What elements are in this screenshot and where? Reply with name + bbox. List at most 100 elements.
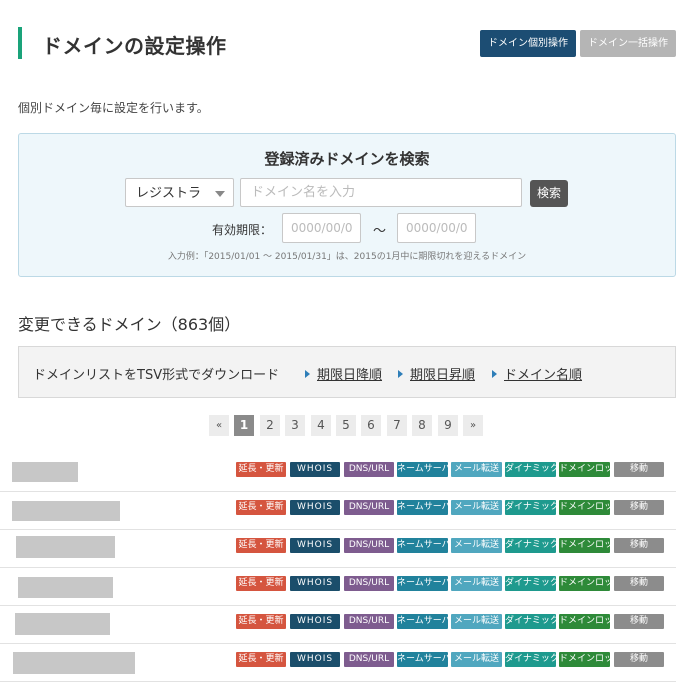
domain-name-redacted[interactable]	[13, 652, 135, 674]
domain-lock-button[interactable]: ドメインロック	[559, 652, 622, 667]
domain-lock-button[interactable]: ドメインロック	[559, 462, 622, 477]
page-title: ドメインの設定操作	[42, 34, 227, 58]
mail-forward-button[interactable]: メール転送	[451, 538, 502, 553]
expiry-to-input[interactable]	[397, 213, 476, 243]
nameserver-button[interactable]: ネームサーバー	[397, 614, 460, 629]
download-sort-bar: ドメインリストをTSV形式でダウンロード 期限日降順 期限日昇順 ドメイン名順	[18, 346, 676, 398]
mail-forward-button[interactable]: メール転送	[451, 500, 502, 515]
individual-operation-button[interactable]: ドメイン個別操作	[480, 30, 576, 57]
renew-button[interactable]: 延長・更新	[236, 500, 286, 515]
domain-name-redacted[interactable]	[16, 536, 115, 558]
expiry-label: 有効期限：	[212, 223, 273, 237]
renew-button[interactable]: 延長・更新	[236, 652, 286, 667]
sort-link-label: ドメイン名順	[504, 368, 583, 383]
table-row: 延長・更新 WHOIS DNS/URL ネームサーバー メール転送 ダイナミック…	[0, 491, 676, 530]
nameserver-button[interactable]: ネームサーバー	[397, 576, 460, 591]
pagination-page-5[interactable]: 5	[336, 415, 356, 436]
pagination-next[interactable]: »	[463, 415, 483, 436]
sort-expiry-asc-link[interactable]: 期限日昇順	[398, 364, 475, 383]
page-description: 個別ドメイン毎に設定を行います。	[18, 101, 209, 115]
move-button[interactable]: 移動	[614, 500, 664, 515]
dynamic-dns-button[interactable]: ダイナミック	[505, 462, 559, 477]
dns-url-button[interactable]: DNS/URL	[344, 576, 394, 591]
triangle-right-icon	[305, 370, 310, 378]
table-row: 延長・更新 WHOIS DNS/URL ネームサーバー メール転送 ダイナミック…	[0, 453, 676, 492]
move-button[interactable]: 移動	[614, 614, 664, 629]
table-row: 延長・更新 WHOIS DNS/URL ネームサーバー メール転送 ダイナミック…	[0, 529, 676, 568]
pagination-page-3[interactable]: 3	[285, 415, 305, 436]
dynamic-dns-button[interactable]: ダイナミック	[505, 576, 559, 591]
tsv-download-link[interactable]: ドメインリストをTSV形式でダウンロード	[33, 364, 279, 383]
dns-url-button[interactable]: DNS/URL	[344, 614, 394, 629]
dynamic-dns-button[interactable]: ダイナミック	[505, 538, 559, 553]
pagination-page-9[interactable]: 9	[438, 415, 458, 436]
mail-forward-button[interactable]: メール転送	[451, 652, 502, 667]
domain-list-title: 変更できるドメイン（863個）	[18, 315, 241, 334]
nameserver-button[interactable]: ネームサーバー	[397, 538, 460, 553]
sort-domain-name-link[interactable]: ドメイン名順	[492, 364, 582, 383]
move-button[interactable]: 移動	[614, 538, 664, 553]
date-range-separator: ～	[373, 224, 387, 239]
dns-url-button[interactable]: DNS/URL	[344, 652, 394, 667]
domain-lock-button[interactable]: ドメインロック	[559, 500, 622, 515]
renew-button[interactable]: 延長・更新	[236, 576, 286, 591]
move-button[interactable]: 移動	[614, 462, 664, 477]
domain-name-redacted[interactable]	[12, 501, 120, 521]
sort-link-label: 期限日昇順	[410, 368, 476, 383]
registrar-select[interactable]: レジストラ	[125, 178, 234, 207]
dns-url-button[interactable]: DNS/URL	[344, 462, 394, 477]
domain-name-input[interactable]	[240, 178, 522, 207]
whois-button[interactable]: WHOIS	[290, 614, 340, 629]
renew-button[interactable]: 延長・更新	[236, 614, 286, 629]
nameserver-button[interactable]: ネームサーバー	[397, 500, 460, 515]
dns-url-button[interactable]: DNS/URL	[344, 538, 394, 553]
dynamic-dns-button[interactable]: ダイナミック	[505, 652, 559, 667]
pagination-prev[interactable]: «	[209, 415, 229, 436]
pagination-page-8[interactable]: 8	[412, 415, 432, 436]
expiry-from-input[interactable]	[282, 213, 361, 243]
whois-button[interactable]: WHOIS	[290, 500, 340, 515]
pagination-page-6[interactable]: 6	[361, 415, 381, 436]
domain-lock-button[interactable]: ドメインロック	[559, 576, 622, 591]
chevron-down-icon	[215, 191, 225, 197]
whois-button[interactable]: WHOIS	[290, 538, 340, 553]
pagination-page-4[interactable]: 4	[311, 415, 331, 436]
triangle-right-icon	[492, 370, 497, 378]
domain-lock-button[interactable]: ドメインロック	[559, 614, 622, 629]
pagination-page-1[interactable]: 1	[234, 415, 254, 436]
registrar-select-value: レジストラ	[136, 186, 202, 201]
domain-name-redacted[interactable]	[18, 577, 113, 598]
table-row: 延長・更新 WHOIS DNS/URL ネームサーバー メール転送 ダイナミック…	[0, 567, 676, 606]
search-title: 登録済みドメインを検索	[264, 150, 430, 168]
search-button[interactable]: 検索	[530, 180, 568, 207]
move-button[interactable]: 移動	[614, 652, 664, 667]
bulk-operation-button[interactable]: ドメイン一括操作	[580, 30, 676, 57]
nameserver-button[interactable]: ネームサーバー	[397, 462, 460, 477]
pagination-page-2[interactable]: 2	[260, 415, 280, 436]
nameserver-button[interactable]: ネームサーバー	[397, 652, 460, 667]
table-row: 延長・更新 WHOIS DNS/URL ネームサーバー メール転送 ダイナミック…	[0, 643, 676, 682]
renew-button[interactable]: 延長・更新	[236, 462, 286, 477]
title-accent-bar	[18, 27, 22, 59]
mail-forward-button[interactable]: メール転送	[451, 614, 502, 629]
whois-button[interactable]: WHOIS	[290, 576, 340, 591]
move-button[interactable]: 移動	[614, 576, 664, 591]
sort-link-label: 期限日降順	[317, 368, 383, 383]
search-example-hint: 入力例：「2015/01/01 ～ 2015/01/31」は、2015の1月中に…	[167, 252, 527, 262]
domain-search-panel: 登録済みドメインを検索 レジストラ 検索 有効期限： ～ 入力例：「2015/0…	[18, 133, 676, 277]
renew-button[interactable]: 延長・更新	[236, 538, 286, 553]
domain-name-redacted[interactable]	[15, 613, 110, 635]
triangle-right-icon	[398, 370, 403, 378]
domain-lock-button[interactable]: ドメインロック	[559, 538, 622, 553]
whois-button[interactable]: WHOIS	[290, 652, 340, 667]
pagination-page-7[interactable]: 7	[387, 415, 407, 436]
sort-expiry-desc-link[interactable]: 期限日降順	[305, 364, 382, 383]
dynamic-dns-button[interactable]: ダイナミック	[505, 614, 559, 629]
dns-url-button[interactable]: DNS/URL	[344, 500, 394, 515]
dynamic-dns-button[interactable]: ダイナミック	[505, 500, 559, 515]
domain-name-redacted[interactable]	[12, 462, 78, 482]
table-row: 延長・更新 WHOIS DNS/URL ネームサーバー メール転送 ダイナミック…	[0, 605, 676, 644]
mail-forward-button[interactable]: メール転送	[451, 576, 502, 591]
whois-button[interactable]: WHOIS	[290, 462, 340, 477]
mail-forward-button[interactable]: メール転送	[451, 462, 502, 477]
